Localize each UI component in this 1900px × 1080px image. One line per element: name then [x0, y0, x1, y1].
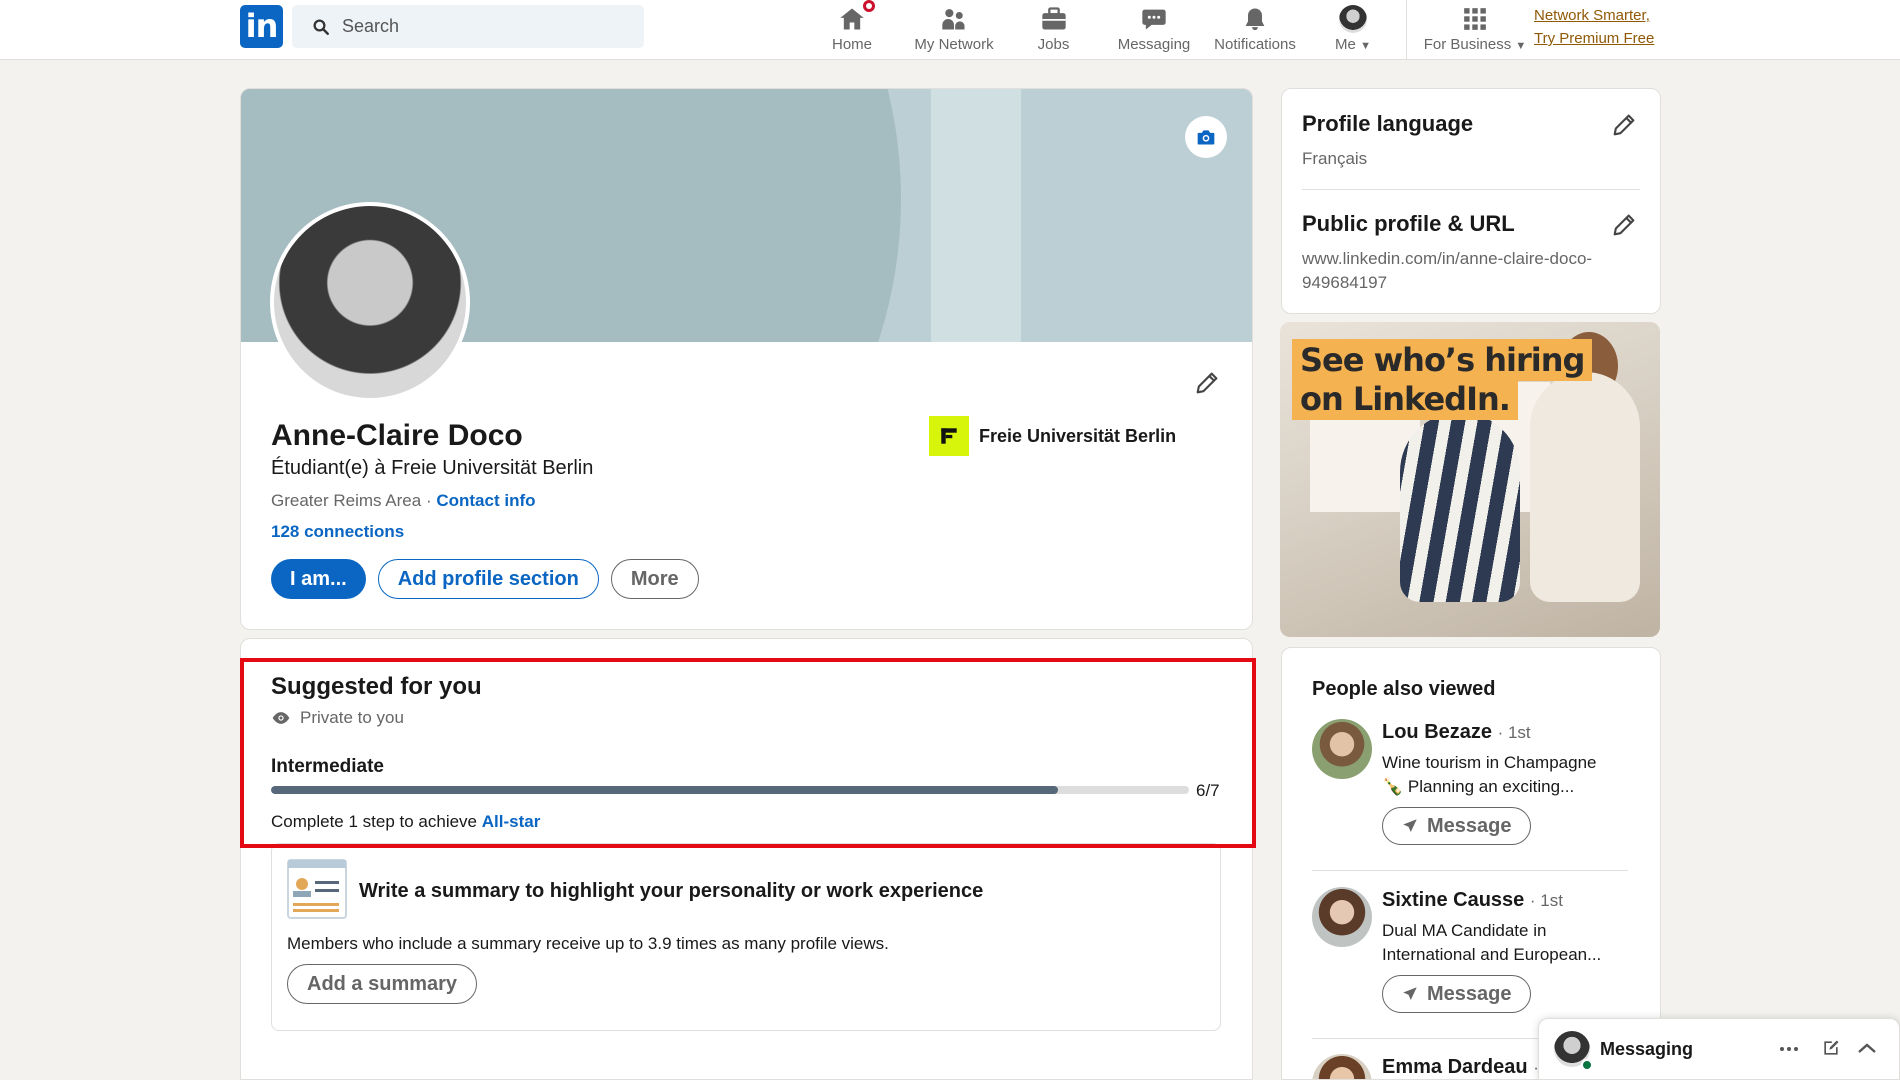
nav-my-network[interactable]: My Network: [900, 0, 1008, 60]
online-status-dot: [1581, 1059, 1593, 1071]
messaging-icon: [1139, 4, 1169, 34]
open-to-button[interactable]: I am...: [271, 559, 366, 599]
notification-badge: [861, 0, 877, 14]
edit-url-icon[interactable]: [1610, 211, 1638, 239]
jobs-icon: [1039, 4, 1069, 34]
people-also-viewed-title: People also viewed: [1312, 678, 1496, 700]
ad-headline-2: on LinkedIn.: [1292, 378, 1518, 420]
message-button[interactable]: Message: [1382, 807, 1531, 845]
education-link[interactable]: Freie Universität Berlin: [929, 416, 1176, 456]
compose-icon[interactable]: [1821, 1038, 1841, 1058]
person-name[interactable]: Lou Bezaze · 1st: [1382, 721, 1531, 744]
person-name[interactable]: Emma Dardeau ·: [1382, 1056, 1539, 1079]
home-icon: [837, 0, 877, 34]
more-button[interactable]: More: [610, 559, 699, 599]
messaging-label: Messaging: [1600, 1039, 1694, 1059]
messaging-overlay[interactable]: Messaging: [1538, 1018, 1900, 1080]
person-headline: Wine tourism in Champagne 🍾 Planning an …: [1382, 753, 1597, 796]
try-premium-link[interactable]: Network Smarter, Try Premium Free: [1534, 4, 1654, 50]
nav-divider: [1406, 0, 1407, 60]
top-nav: in Search Home My Network Jobs Messaging…: [0, 0, 1900, 60]
avatar: [1339, 5, 1367, 33]
more-options-icon[interactable]: [1779, 1045, 1799, 1053]
summary-description: Members who include a summary receive up…: [287, 934, 889, 953]
edit-language-icon[interactable]: [1610, 111, 1638, 139]
profile-location: Greater Reims Area · Contact info: [271, 491, 536, 510]
public-profile-url: www.linkedin.com/in/anne-claire-doco- 94…: [1302, 249, 1593, 292]
profile-language-title: Profile language: [1302, 111, 1474, 136]
chevron-down-icon: ▼: [1360, 40, 1371, 52]
profile-card: Anne-Claire Doco Étudiant(e) à Freie Uni…: [240, 88, 1253, 630]
nav-me[interactable]: Me ▼: [1330, 0, 1376, 60]
nav-home[interactable]: Home: [822, 0, 882, 60]
linkedin-logo[interactable]: in: [240, 5, 283, 48]
person-headline: Dual MA Candidate in International and E…: [1382, 921, 1602, 964]
contact-info-link[interactable]: Contact info: [436, 491, 535, 510]
highlight-box: [240, 658, 1256, 848]
nav-for-business[interactable]: For Business ▼: [1420, 0, 1530, 60]
people-also-viewed-card: People also viewed Lou Bezaze · 1st Wine…: [1281, 647, 1661, 1080]
nav-jobs[interactable]: Jobs: [1025, 0, 1082, 60]
add-profile-section-button[interactable]: Add profile section: [377, 559, 599, 599]
profile-language-value: Français: [1302, 149, 1368, 168]
send-icon: [1403, 987, 1417, 1000]
avatar[interactable]: [1312, 887, 1372, 947]
person-name[interactable]: Sixtine Causse · 1st: [1382, 889, 1563, 912]
search-icon: [313, 19, 329, 35]
hiring-ad[interactable]: See who’s hiring on LinkedIn.: [1280, 322, 1660, 637]
bell-icon: [1241, 4, 1269, 34]
camera-icon: [1197, 130, 1215, 145]
search-input[interactable]: Search: [342, 16, 399, 37]
profile-headline: Étudiant(e) à Freie Universität Berlin: [271, 457, 594, 479]
grid-icon: [1462, 4, 1488, 34]
connections-link[interactable]: 128 connections: [271, 522, 404, 542]
add-summary-button[interactable]: Add a summary: [287, 964, 478, 1004]
send-icon: [1403, 819, 1417, 832]
public-profile-title: Public profile & URL: [1302, 211, 1515, 236]
edit-banner-button[interactable]: [1185, 116, 1227, 158]
search-box[interactable]: Search: [292, 5, 644, 48]
profile-settings-card: Profile language Français Public profile…: [1281, 88, 1661, 314]
message-button[interactable]: Message: [1382, 975, 1531, 1013]
profile-photo[interactable]: [270, 202, 470, 402]
avatar[interactable]: [1312, 1054, 1372, 1079]
summary-title: Write a summary to highlight your person…: [359, 880, 984, 902]
ad-headline-1: See who’s hiring: [1292, 339, 1593, 381]
chevron-down-icon: ▼: [1515, 40, 1527, 52]
chevron-up-icon[interactable]: [1857, 1041, 1877, 1055]
avatar[interactable]: [1312, 719, 1372, 779]
summary-suggestion: Write a summary to highlight your person…: [271, 843, 1221, 1031]
edit-pencil-icon[interactable]: [1193, 369, 1221, 397]
nav-messaging[interactable]: Messaging: [1113, 0, 1195, 60]
nav-notifications[interactable]: Notifications: [1209, 0, 1301, 60]
network-icon: [938, 4, 970, 34]
profile-name: Anne-Claire Doco: [271, 419, 523, 452]
summary-doc-icon: [287, 859, 347, 919]
university-logo: [929, 416, 969, 456]
